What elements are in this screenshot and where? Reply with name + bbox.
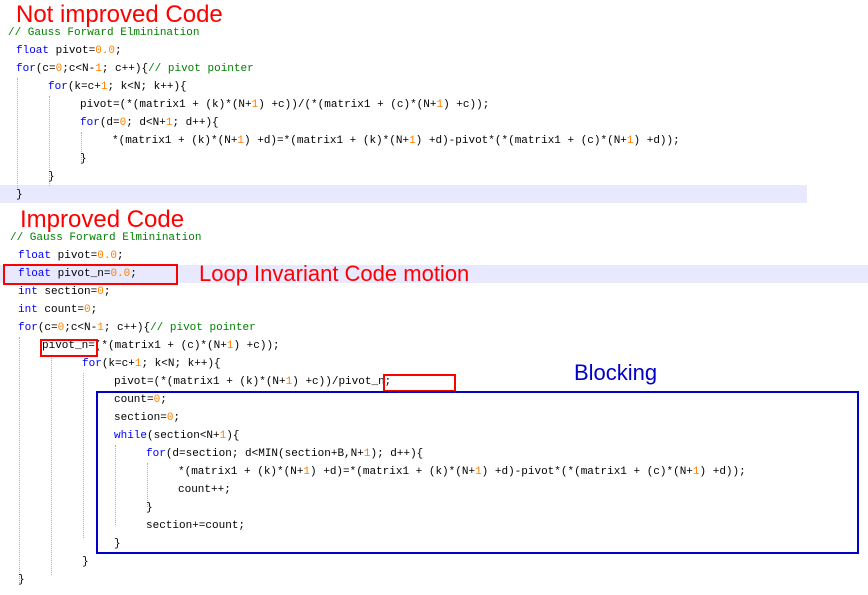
code-after-line: pivot=(*(matrix1 + (k)*(N+1) +c))/pivot_… (114, 376, 392, 388)
indent-guide (17, 78, 18, 188)
code-before-line: for(d=0; d<N+1; d++){ (80, 117, 219, 129)
blocking-label: Blocking (574, 360, 658, 385)
code-after-line: } (82, 556, 89, 568)
code-before-line: for(k=c+1; k<N; k++){ (48, 81, 187, 93)
pivot-n-use-box (383, 374, 456, 392)
code-after-line: int count=0; (18, 304, 98, 316)
current-line-highlight (0, 185, 807, 203)
pivot-n-assign-box (40, 339, 98, 357)
code-before-line: pivot=(*(matrix1 + (k)*(N+1) +c))/(*(mat… (80, 99, 490, 111)
code-after-line: for(c=0;c<N-1; c++){// pivot pointer (18, 322, 256, 334)
code-before-line: } (48, 171, 55, 183)
indent-guide (51, 355, 52, 575)
code-after-line: // Gauss Forward Elminination (10, 232, 202, 244)
code-after-line: } (18, 574, 25, 586)
code-before-line: float pivot=0.0; (16, 45, 122, 57)
code-before-line: } (80, 153, 87, 165)
code-before-line: // Gauss Forward Elminination (8, 27, 200, 39)
code-after-line: float pivot=0.0; (18, 250, 124, 262)
code-before-line: for(c=0;c<N-1; c++){// pivot pointer (16, 63, 254, 75)
blocking-box (96, 391, 859, 554)
code-after-line: int section=0; (18, 286, 111, 298)
indent-guide (83, 373, 84, 538)
code-before-line: } (16, 189, 23, 201)
loop-invariant-box (3, 264, 178, 285)
code-after-line: for(k=c+1; k<N; k++){ (82, 358, 221, 370)
code-before-line: *(matrix1 + (k)*(N+1) +d)=*(matrix1 + (k… (112, 135, 680, 147)
indent-guide (19, 337, 20, 583)
loop-invariant-label: Loop Invariant Code motion (199, 261, 470, 286)
